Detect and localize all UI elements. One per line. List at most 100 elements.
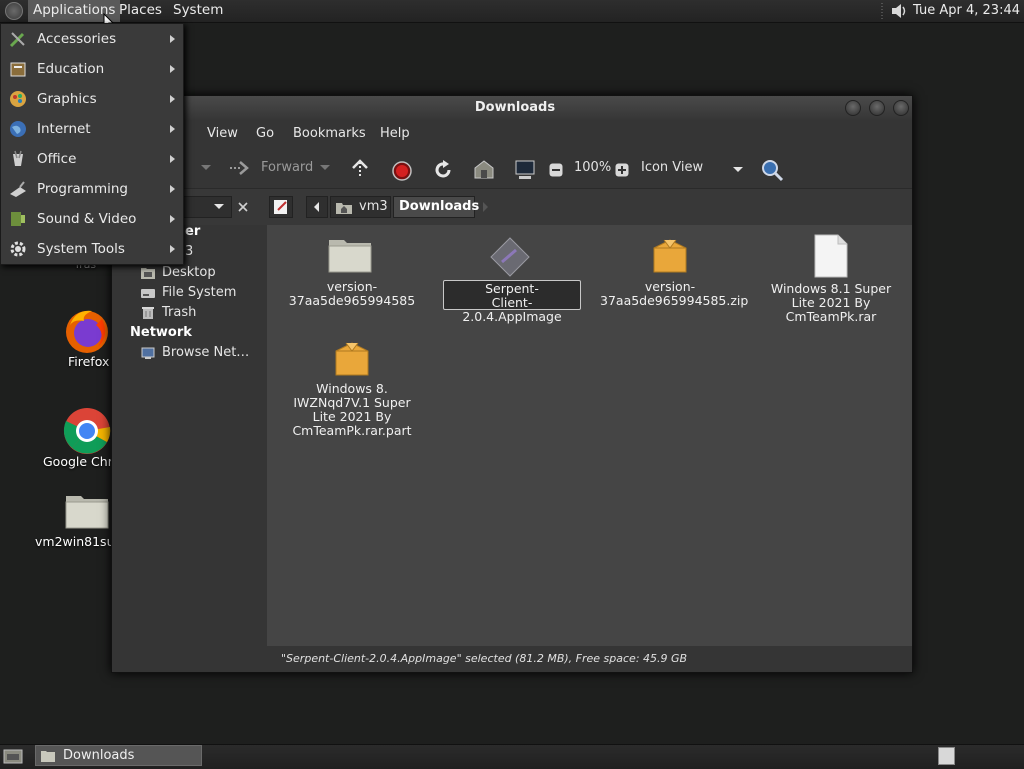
sidebar-item-file-system[interactable]: File System [140,283,260,303]
document-icon [814,234,848,278]
workspace-switcher[interactable] [938,747,955,765]
sidebar-network-header: Network [130,325,192,340]
places-menu-button[interactable]: Places [114,0,167,22]
status-bar: "Serpent-Client-2.0.4.AppImage" selected… [267,646,912,672]
menu-item-internet[interactable]: Internet [1,114,183,144]
menu-go[interactable]: Go [256,120,274,148]
menu-item-education[interactable]: Education [1,54,183,84]
chevron-left-icon [314,202,319,212]
chevron-right-icon [170,215,175,223]
desktop-chrome-label: Google Chro [43,454,121,469]
location-bar [112,189,912,225]
menu-item-label: Education [37,61,105,77]
sidebar-item-label: Desktop [162,265,216,280]
zoom-in-icon[interactable] [615,163,629,177]
menu-item-programming[interactable]: Programming [1,174,183,204]
network-icon [141,347,155,359]
menu-item-sound-video[interactable]: Sound & Video [1,204,183,234]
minimize-button[interactable] [845,100,861,116]
file-item[interactable]: version- 37aa5de965994585 [289,234,415,324]
back-history-chevron-down-icon[interactable] [200,164,212,172]
system-menu-button[interactable]: System [168,0,228,22]
volume-icon[interactable] [890,2,910,20]
show-desktop-icon[interactable] [3,747,23,765]
toggle-location-entry-button[interactable] [269,196,293,218]
folder-icon [328,240,372,273]
sidebar-item-browse-network[interactable]: Browse Net… [140,343,265,363]
taskbar-button-label: Downloads [63,748,135,763]
file-label: Windows 8.1 Super Lite 2021 By CmTeamPk.… [770,281,892,324]
sidebar-partial-item[interactable]: 3 [185,242,193,262]
menu-item-label: Accessories [37,31,117,47]
view-mode-chevron-down-icon[interactable] [732,166,744,174]
home-icon[interactable] [473,160,495,180]
sidebar-item-trash[interactable]: Trash [140,303,260,323]
sidebar-item-label: Browse Net… [162,345,250,360]
edit-icon [274,200,287,214]
zoom-level: 100% [574,160,612,175]
sidebar-item-desktop[interactable]: Desktop [140,263,260,283]
file-label: Serpent- Client-2.0.4.AppImage [443,280,581,324]
path-forward-chevron-right-icon[interactable] [480,200,490,214]
close-window-button[interactable] [893,100,909,116]
path-back-button[interactable] [306,196,328,218]
menu-item-label: Programming [37,181,128,197]
chevron-right-icon [170,95,175,103]
file-item[interactable]: Windows 8. IWZNqd7V.1 Super Lite 2021 By… [287,339,417,439]
programming-icon [10,181,26,197]
forward-history-chevron-down-icon[interactable] [319,164,331,172]
menu-item-office[interactable]: Office [1,144,183,174]
firefox-icon [66,310,108,353]
up-arrow-icon[interactable] [350,158,370,180]
window-title: Downloads [474,100,556,115]
sidebar-item-label: File System [162,285,237,300]
system-tools-icon [10,241,26,257]
forward-button[interactable]: Forward [261,148,313,188]
chevron-right-icon [170,125,175,133]
education-icon [10,62,26,77]
sidebar-item-label: Trash [162,305,197,320]
path-button-downloads[interactable]: Downloads [393,196,479,218]
desktop-folder-vm2win81sup[interactable] [64,490,110,530]
menu-help[interactable]: Help [380,120,410,148]
stop-icon[interactable] [391,160,413,182]
menu-item-label: Internet [37,121,91,137]
taskbar-button-downloads[interactable]: Downloads [35,745,202,766]
file-item[interactable]: Windows 8.1 Super Lite 2021 By CmTeamPk.… [766,234,896,324]
file-label: version- 37aa5de965994585.zip [600,279,749,308]
chevron-right-icon [170,185,175,193]
reload-icon[interactable] [432,159,454,181]
menu-item-system-tools[interactable]: System Tools [1,234,183,264]
menu-item-label: Graphics [37,91,97,107]
maximize-button[interactable] [869,100,885,116]
desktop-chrome-icon[interactable] [62,405,112,455]
menu-item-label: Sound & Video [37,211,137,227]
path-button-vm3[interactable]: vm3 [330,196,391,218]
chevron-right-icon [170,245,175,253]
chevron-right-icon [170,155,175,163]
file-item[interactable]: version- 37aa5de965994585.zip [600,234,749,324]
applications-logo-icon[interactable] [5,2,23,20]
search-icon[interactable] [760,158,784,182]
menu-item-label: System Tools [37,241,125,257]
menu-bookmarks[interactable]: Bookmarks [293,120,366,148]
zoom-out-icon[interactable] [549,163,563,177]
status-text: "Serpent-Client-2.0.4.AppImage" selected… [281,652,688,665]
sound-video-icon [11,212,25,226]
menu-item-graphics[interactable]: Graphics [1,84,183,114]
view-mode-select[interactable]: Icon View [641,148,703,188]
chevron-down-icon[interactable] [213,203,225,211]
desktop-firefox-icon[interactable] [62,305,112,355]
home-folder-icon [336,203,352,214]
menu-item-accessories[interactable]: Accessories [1,24,183,54]
clock[interactable]: Tue Apr 4, 23:44 [913,0,1020,22]
archive-icon [653,239,687,273]
computer-icon[interactable] [514,159,536,181]
office-icon [13,150,23,166]
path-label-vm3: vm3 [359,199,388,214]
close-sidebar-icon[interactable] [236,200,250,214]
forward-arrow-icon[interactable] [228,159,250,177]
menu-view[interactable]: View [207,120,238,148]
folder-icon [41,751,55,762]
file-label: Windows 8. IWZNqd7V.1 Super Lite 2021 By… [292,381,412,438]
